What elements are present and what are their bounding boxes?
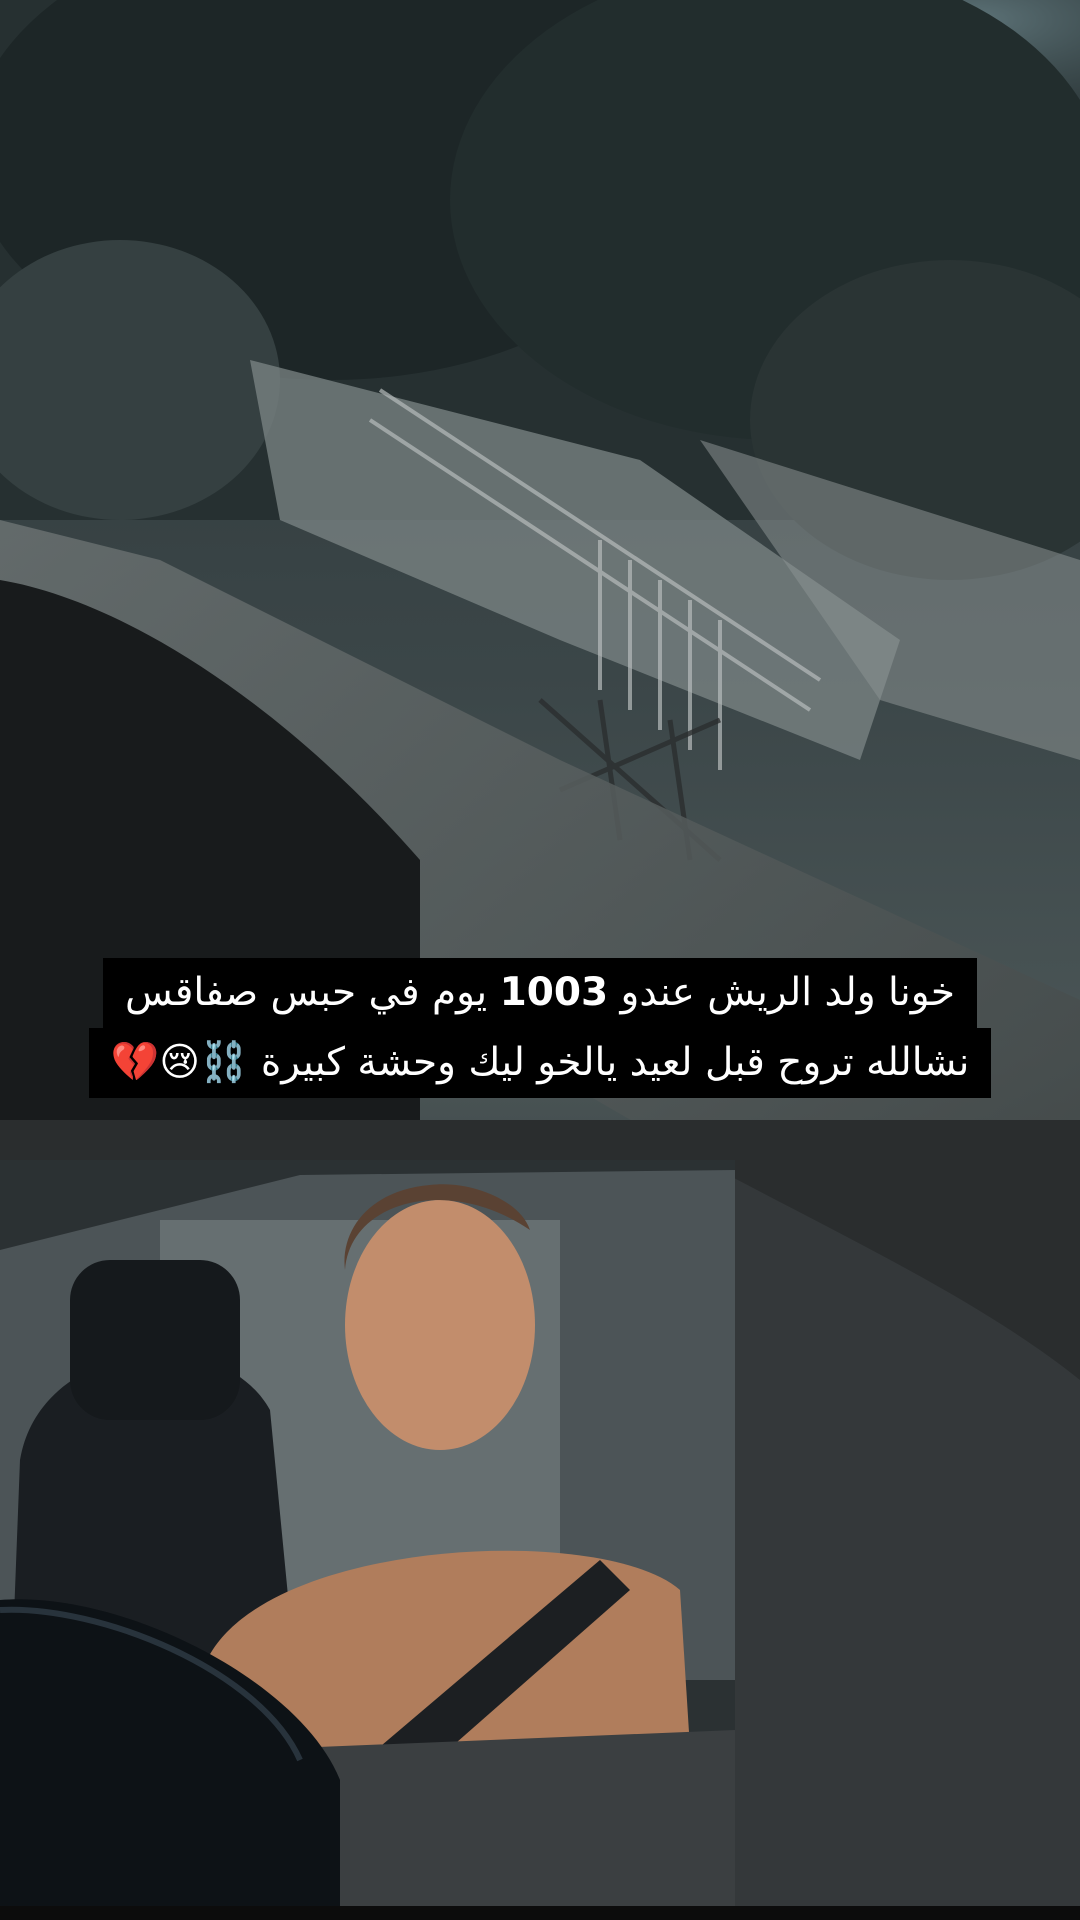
caption-emojis: ⛓️😢💔	[110, 1040, 249, 1085]
caption-overlay: خونا ولد الريش عندو 1003 يوم في حبس صفاق…	[0, 958, 1080, 1098]
inset-photo	[0, 1160, 735, 1906]
man-in-car-photo	[0, 1160, 735, 1906]
caption-line-1-end: يوم في حبس صفاقس	[124, 970, 488, 1015]
caption-line-1: خونا ولد الريش عندو 1003 يوم في حبس صفاق…	[102, 958, 978, 1028]
bottom-edge	[0, 1906, 1080, 1920]
caption-line-2: نشالله تروح قبل لعيد يالخو ليك وحشة كبير…	[88, 1028, 992, 1098]
caption-line-1-start: خونا ولد الريش عندو	[620, 970, 956, 1015]
days-count: 1003	[499, 970, 609, 1015]
caption-line-2-text: نشالله تروح قبل لعيد يالخو ليك وحشة كبير…	[260, 1040, 970, 1085]
